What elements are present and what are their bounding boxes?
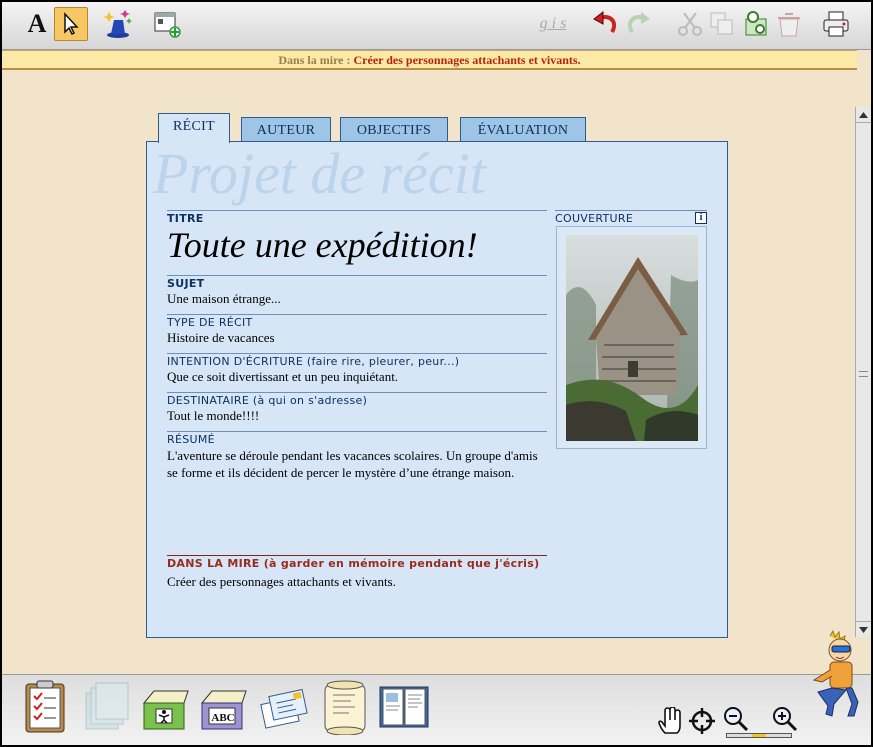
book-icon[interactable] (376, 679, 432, 735)
notice-label: Dans la mire : (278, 53, 351, 67)
clipboard-icon[interactable] (18, 677, 74, 735)
card-tray-icon[interactable] (139, 679, 193, 735)
story-title[interactable]: Toute une expédition! (167, 225, 547, 265)
mire-value[interactable]: Créer des personnages attachants et viva… (167, 574, 547, 590)
notice-text: Créer des personnages attachants et viva… (353, 53, 581, 67)
undo-icon[interactable] (590, 8, 622, 40)
subject-label: SUJET (167, 277, 205, 290)
mire-label: DANS LA MIRE (à garder en mémoire pendan… (167, 557, 540, 570)
top-toolbar: A g i s (2, 2, 871, 50)
audience-label: DESTINATAIRE (à qui on s'adresse) (167, 394, 368, 407)
hand-icon[interactable] (654, 705, 686, 737)
mire-section: DANS LA MIRE (à garder en mémoire pendan… (167, 555, 547, 590)
info-icon[interactable]: i (695, 212, 707, 224)
zoom-out-icon[interactable] (720, 703, 752, 735)
tab-recit[interactable]: RÉCIT (158, 113, 230, 143)
tab-evaluation[interactable]: ÉVALUATION (460, 117, 586, 142)
stack-icon (80, 679, 132, 735)
trash-icon (773, 8, 805, 40)
magic-hat-icon[interactable] (103, 8, 135, 40)
summary-section: RÉSUMÉ L'aventure se déroule pendant les… (167, 431, 547, 481)
cut-icon (674, 8, 706, 40)
abc-tray-label: ABC (211, 712, 235, 724)
zoom-level-indicator[interactable] (752, 734, 766, 737)
intention-value[interactable]: Que ce soit divertissant et un peu inqui… (167, 369, 547, 385)
bottom-toolbar: ABC (2, 674, 871, 745)
title-label: TITRE (167, 212, 204, 225)
type-section: TYPE DE RÉCIT Histoire de vacances (167, 314, 547, 346)
cover-frame[interactable] (556, 226, 707, 449)
cover-section: COUVERTURE i (555, 210, 707, 225)
zoom-level-bar[interactable] (726, 733, 792, 738)
text-tool-icon[interactable]: A (21, 8, 53, 40)
type-value[interactable]: Histoire de vacances (167, 330, 547, 346)
cover-label: COUVERTURE (555, 212, 634, 225)
tab-auteur[interactable]: AUTEUR (241, 117, 331, 142)
subject-section: SUJET Une maison étrange... (167, 275, 547, 307)
paste-icon[interactable] (740, 8, 772, 40)
title-section: TITRE Toute une expédition! (167, 210, 547, 265)
summary-label: RÉSUMÉ (167, 433, 215, 446)
audience-section: DESTINATAIRE (à qui on s'adresse) Tout l… (167, 392, 547, 424)
intention-label: INTENTION D'ÉCRITURE (faire rire, pleure… (167, 355, 460, 368)
text-style-icon: g i s (539, 15, 567, 32)
audience-value[interactable]: Tout le monde!!!! (167, 408, 547, 424)
abc-tray-icon[interactable]: ABC (197, 679, 251, 735)
pointer-icon[interactable] (54, 7, 88, 41)
panel-watermark: Projet de récit (153, 141, 486, 206)
cards-icon[interactable] (258, 681, 312, 735)
scroll-grip[interactable] (859, 371, 868, 377)
vertical-scrollbar[interactable] (855, 107, 871, 637)
redo-icon (622, 8, 654, 40)
zoom-in-icon[interactable] (769, 703, 801, 735)
scroll-icon[interactable] (318, 677, 372, 737)
type-label: TYPE DE RÉCIT (167, 316, 253, 329)
summary-value[interactable]: L'aventure se déroule pendant les vacanc… (167, 447, 545, 481)
cover-image (566, 235, 698, 441)
recit-panel: Projet de récit TITRE Toute une expéditi… (146, 141, 728, 638)
print-icon[interactable] (820, 8, 852, 40)
new-frame-icon[interactable] (151, 8, 183, 40)
intention-section: INTENTION D'ÉCRITURE (faire rire, pleure… (167, 353, 547, 385)
target-icon[interactable] (686, 705, 718, 737)
subject-value[interactable]: Une maison étrange... (167, 291, 547, 307)
mascot-icon[interactable] (802, 629, 864, 718)
app-window: A g i s Dans la mire: Créer des personn… (2, 2, 871, 745)
tab-objectifs[interactable]: OBJECTIFS (340, 117, 448, 142)
scroll-up-icon[interactable] (856, 107, 871, 123)
target-notice: Dans la mire : Créer des personnages att… (2, 50, 857, 70)
copy-icon (706, 8, 738, 40)
